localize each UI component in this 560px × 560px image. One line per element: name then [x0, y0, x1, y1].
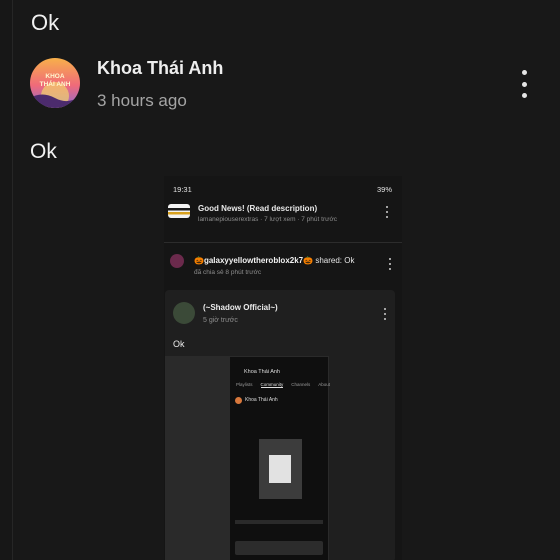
nested-tabs: Playlists Community Channels About	[236, 382, 330, 390]
avatar	[170, 254, 184, 268]
nested-comment-field	[235, 541, 323, 555]
nested-commenter: Khoa Thái Anh	[245, 397, 278, 403]
more-vertical-icon	[387, 258, 393, 270]
post-author-name[interactable]: Khoa Thái Anh	[97, 58, 223, 79]
notification-user: 🎃galaxyyellowtheroblox2k7🎃	[194, 256, 314, 265]
more-vertical-icon[interactable]	[516, 70, 532, 98]
svg-text:KHOA: KHOA	[45, 73, 64, 80]
tab-channels: Channels	[291, 382, 311, 387]
shared-post-card: (~Shadow Official~) 5 giờ trước Ok Khoa …	[165, 290, 395, 560]
post-timestamp: 3 hours ago	[97, 91, 187, 110]
status-time: 19:31	[173, 185, 192, 194]
previous-comment-text: Ok	[31, 10, 60, 35]
status-bar: 19:31 39%	[173, 185, 392, 195]
card-text: Ok	[173, 339, 185, 349]
notification-text: 🎃galaxyyellowtheroblox2k7🎃 shared: Ok	[194, 256, 354, 265]
notification-action: shared:	[315, 256, 342, 265]
notification-subtitle: đã chia sẻ 8 phút trước	[194, 269, 262, 276]
tab-playlists: Playlists	[236, 382, 253, 387]
status-battery: 39%	[376, 185, 392, 194]
more-vertical-icon	[384, 206, 390, 218]
notification-message: Ok	[344, 256, 355, 265]
card-timestamp: 5 giờ trước	[203, 317, 238, 324]
tab-community: Community	[260, 382, 284, 388]
avatar[interactable]: KHOA THÁI ANH	[30, 58, 80, 108]
notification-title: Good News! (Read description)	[198, 204, 318, 213]
nested-title: Khoa Thái Anh	[244, 369, 280, 375]
svg-text:THÁI ANH: THÁI ANH	[40, 79, 71, 88]
tab-about: About	[318, 382, 331, 387]
nested-thumbnail	[259, 439, 302, 499]
avatar	[173, 302, 195, 324]
video-thumbnail	[168, 204, 190, 218]
card-author: (~Shadow Official~)	[203, 303, 278, 312]
notification-item: 🎃galaxyyellowtheroblox2k7🎃 shared: Ok đã…	[164, 250, 402, 280]
divider	[164, 242, 402, 243]
nested-action-bar	[235, 520, 323, 524]
avatar-image: KHOA THÁI ANH	[30, 58, 80, 108]
avatar	[235, 397, 242, 404]
more-vertical-icon	[382, 308, 388, 320]
notification-subtitle: lamanepiouserextras · 7 lượt xem · 7 phú…	[198, 216, 337, 223]
notification-item: Good News! (Read description) lamanepiou…	[164, 200, 402, 223]
post-text: Ok	[30, 140, 57, 163]
attached-screenshot[interactable]: 19:31 39% Good News! (Read description) …	[164, 176, 402, 560]
nested-screenshot: Khoa Thái Anh Playlists Community Channels…	[165, 356, 330, 560]
nested-screen: Khoa Thái Anh Playlists Community Channels…	[230, 357, 330, 560]
